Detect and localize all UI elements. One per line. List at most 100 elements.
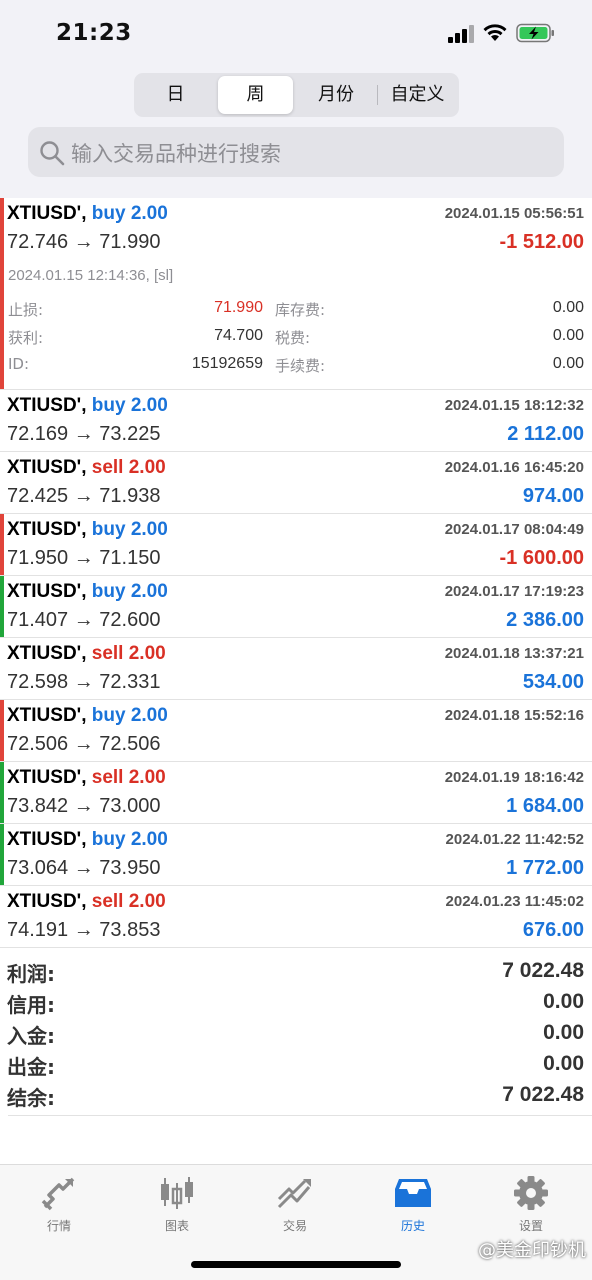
tab-settings[interactable]: 设置 (472, 1175, 590, 1235)
trade-marker (0, 514, 4, 575)
trade-symbol: XTIUSD' (7, 829, 82, 850)
search-field[interactable]: 输入交易品种进行搜索 (28, 127, 564, 177)
period-segmented-control: 日 周 月份 自定义 (134, 73, 459, 117)
clock: 21:23 (56, 20, 132, 46)
trade-row[interactable]: XTIUSD', sell 2.00 2024.01.19 18:16:42 7… (0, 762, 592, 824)
trade-open-time: 2024.01.17 08:04:49 (444, 521, 584, 538)
commission-label: 手续费: (275, 357, 326, 375)
home-indicator[interactable] (191, 1261, 401, 1268)
trade-title: XTIUSD', buy 2.00 (7, 519, 168, 540)
trade-prices: 74.191 → 73.853 (7, 919, 161, 941)
trade-row[interactable]: XTIUSD', sell 2.00 2024.01.18 13:37:21 7… (0, 638, 592, 700)
chart-icon (161, 1177, 193, 1209)
summary-value: 7 022.48 (502, 1083, 584, 1106)
trade-prices: 71.407 → 72.600 (7, 609, 161, 631)
trade-row[interactable]: XTIUSD', sell 2.00 2024.01.23 11:45:02 7… (0, 886, 592, 948)
cellular-signal-icon (448, 25, 474, 43)
trade-marker (0, 576, 4, 637)
summary-profit-row: 利润: 7 022.48 (0, 956, 592, 987)
trade-side: buy 2.00 (91, 203, 168, 224)
trade-title: XTIUSD', sell 2.00 (7, 891, 166, 912)
trade-title: XTIUSD', sell 2.00 (7, 643, 166, 664)
tab-label: 设置 (518, 1219, 543, 1233)
commission-value: 0.00 (552, 355, 584, 372)
tax-label: 税费: (275, 329, 311, 347)
trade-symbol: XTIUSD' (7, 767, 82, 788)
trade-profit: 2 112.00 (507, 423, 584, 445)
trade-title: XTIUSD', sell 2.00 (7, 457, 166, 478)
status-bar: 21:23 (0, 0, 592, 66)
summary-value: 0.00 (543, 990, 584, 1013)
trade-side: buy 2.00 (91, 581, 168, 602)
swap-label: 库存费: (275, 301, 326, 319)
tab-quotes[interactable]: 行情 (0, 1175, 118, 1235)
summary-label: 出金: (7, 1055, 55, 1079)
search-icon (40, 141, 65, 166)
take-profit-label: 获利: (8, 329, 44, 347)
trade-side: buy 2.00 (91, 519, 168, 540)
tab-trade[interactable]: 交易 (236, 1175, 354, 1235)
trade-row[interactable]: XTIUSD', buy 2.00 2024.01.17 08:04:49 71… (0, 514, 592, 576)
account-summary: 利润: 7 022.48 信用: 0.00 入金: 0.00 出金: 0.00 … (0, 956, 592, 1111)
summary-credit-row: 信用: 0.00 (0, 987, 592, 1018)
summary-label: 结余: (7, 1086, 55, 1110)
tab-chart[interactable]: 图表 (118, 1175, 236, 1235)
trade-marker (0, 700, 4, 761)
trade-open-time: 2024.01.22 11:42:52 (445, 831, 584, 848)
trade-symbol: XTIUSD' (7, 891, 82, 912)
summary-value: 0.00 (543, 1052, 584, 1075)
trade-prices: 72.746 → 71.990 (7, 231, 161, 253)
tab-label: 交易 (282, 1219, 307, 1233)
trade-profit: 1 684.00 (506, 795, 584, 817)
trade-side: sell 2.00 (91, 767, 166, 788)
trade-marker (0, 198, 4, 389)
trade-row-expanded[interactable]: XTIUSD', buy 2.00 2024.01.15 05:56:51 72… (0, 198, 592, 390)
order-id-value: 15192659 (191, 355, 263, 372)
tax-value: 0.00 (552, 327, 584, 344)
trade-side: buy 2.00 (91, 395, 168, 416)
history-icon (395, 1179, 431, 1207)
trade-row[interactable]: XTIUSD', buy 2.00 2024.01.18 15:52:16 72… (0, 700, 592, 762)
tab-month[interactable]: 月份 (297, 76, 375, 114)
trade-row[interactable]: XTIUSD', buy 2.00 2024.01.15 18:12:32 72… (0, 390, 592, 452)
trade-title: XTIUSD', buy 2.00 (7, 581, 168, 602)
summary-deposit-row: 入金: 0.00 (0, 1018, 592, 1049)
trade-title: XTIUSD', buy 2.00 (7, 395, 168, 416)
tab-label: 图表 (164, 1219, 189, 1233)
trade-profit: 534.00 (522, 671, 584, 693)
trade-open-time: 2024.01.15 05:56:51 (444, 205, 584, 222)
tab-week[interactable]: 周 (218, 76, 293, 114)
trade-open-time: 2024.01.18 15:52:16 (444, 707, 584, 724)
tab-custom[interactable]: 自定义 (379, 76, 456, 114)
trade-open-time: 2024.01.23 11:45:02 (445, 893, 584, 910)
trade-prices: 72.425 → 71.938 (7, 485, 161, 507)
trade-row[interactable]: XTIUSD', buy 2.00 2024.01.22 11:42:52 73… (0, 824, 592, 886)
summary-balance-row: 结余: 7 022.48 (0, 1080, 592, 1111)
trade-marker (0, 824, 4, 885)
take-profit-value: 74.700 (214, 327, 263, 344)
trade-profit: 974.00 (522, 485, 584, 507)
quotes-icon (41, 1177, 75, 1211)
trade-history-list: XTIUSD', buy 2.00 2024.01.15 05:56:51 72… (0, 198, 592, 948)
trade-icon (277, 1179, 311, 1209)
trade-title: XTIUSD', buy 2.00 (7, 705, 168, 726)
wifi-icon (483, 24, 507, 41)
trade-row[interactable]: XTIUSD', buy 2.00 2024.01.17 17:19:23 71… (0, 576, 592, 638)
trade-side: buy 2.00 (91, 705, 168, 726)
tab-day[interactable]: 日 (137, 76, 214, 114)
trade-profit: -1 600.00 (499, 547, 584, 569)
trade-prices: 73.064 → 73.950 (7, 857, 161, 879)
trade-row[interactable]: XTIUSD', sell 2.00 2024.01.16 16:45:20 7… (0, 452, 592, 514)
trade-side: sell 2.00 (91, 643, 166, 664)
trade-symbol: XTIUSD' (7, 519, 82, 540)
trade-side: sell 2.00 (91, 457, 166, 478)
tab-history[interactable]: 历史 (354, 1175, 472, 1235)
order-id-label: ID: (8, 355, 30, 373)
trade-symbol: XTIUSD' (7, 705, 82, 726)
trade-side: buy 2.00 (91, 829, 168, 850)
settings-icon (514, 1176, 548, 1210)
trade-title: XTIUSD', buy 2.00 (7, 829, 168, 850)
summary-divider (8, 1115, 592, 1116)
stop-loss-label: 止损: (8, 301, 44, 319)
trade-profit: 1 772.00 (506, 857, 584, 879)
